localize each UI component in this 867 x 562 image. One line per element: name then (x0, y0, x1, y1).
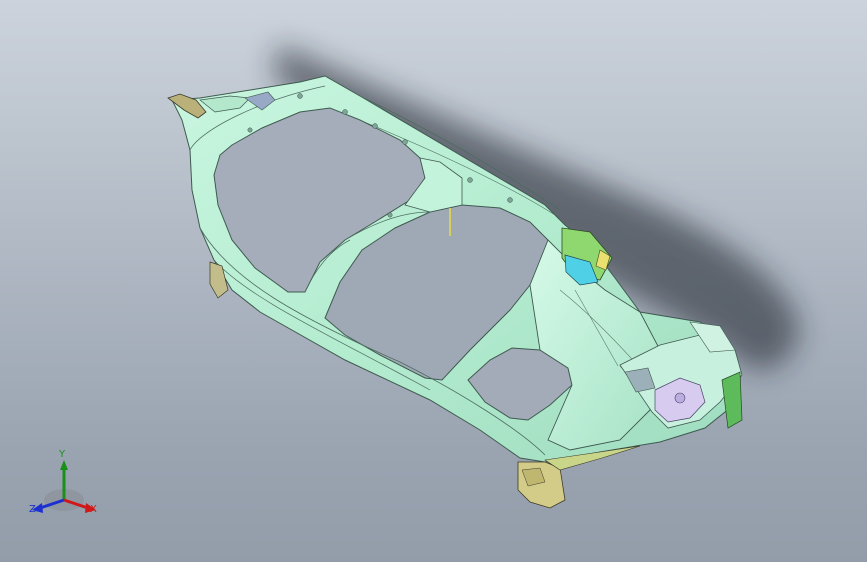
x-axis-label: X (90, 504, 97, 515)
triad-graphic (32, 460, 96, 513)
graphics-viewport[interactable]: Y X Z (0, 0, 867, 562)
y-axis-label: Y (59, 449, 66, 460)
z-axis-label: Z (29, 504, 36, 515)
orientation-triad[interactable]: Y X Z (24, 448, 104, 528)
y-axis-arrow (60, 460, 68, 470)
model-view[interactable] (0, 0, 867, 562)
